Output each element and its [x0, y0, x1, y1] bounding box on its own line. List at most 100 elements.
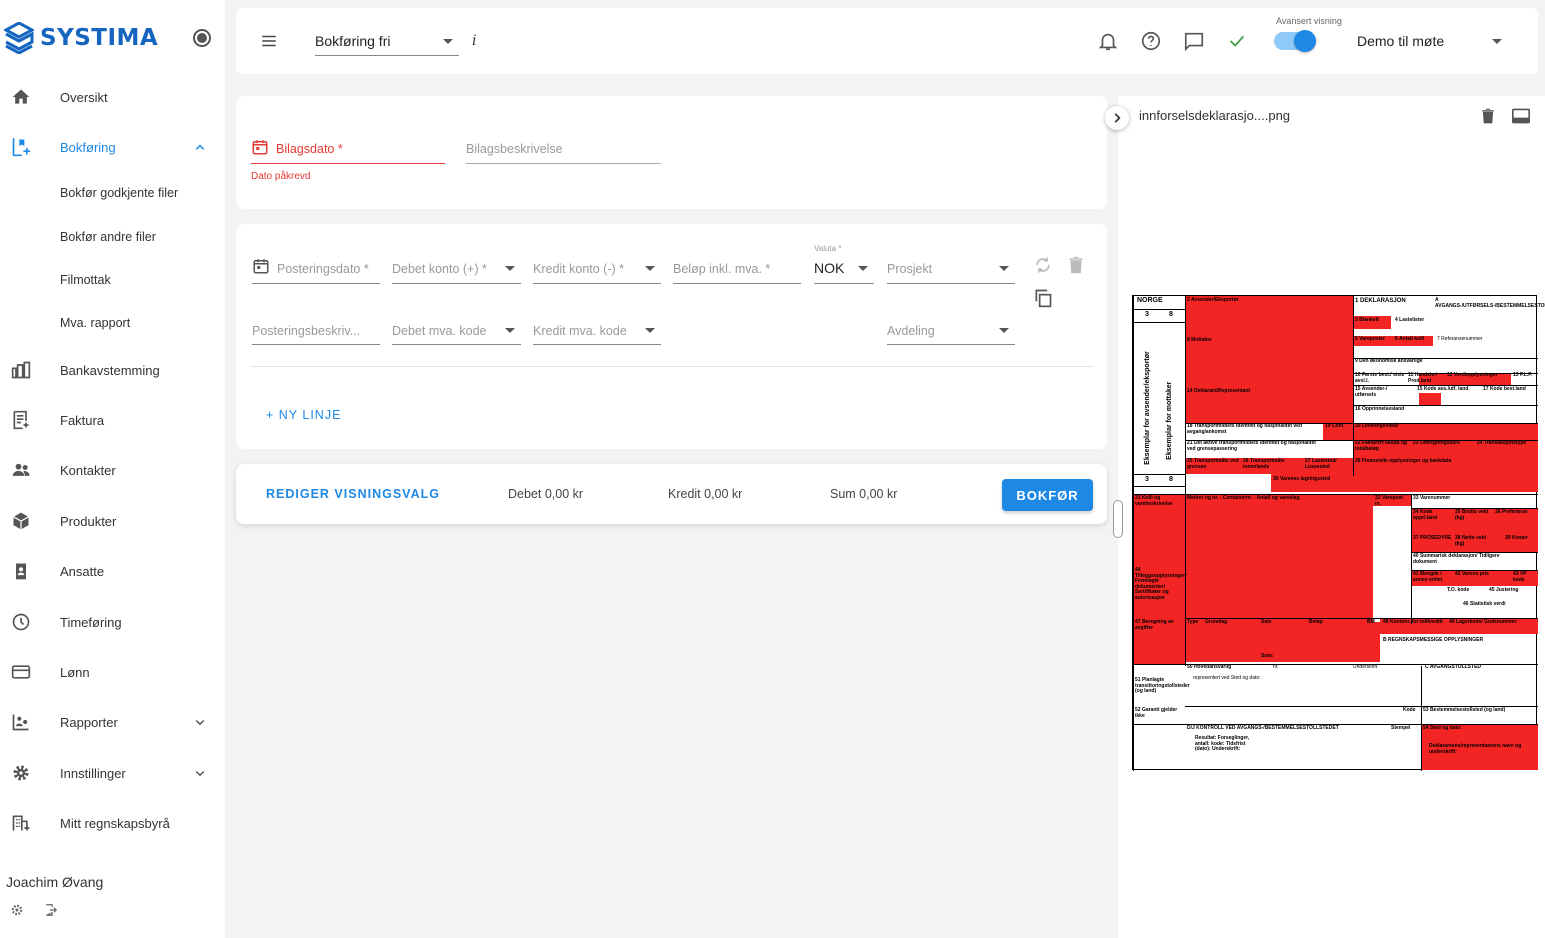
doc-fres: Resultat: Forseglinger, antall: kode: Ti… [1195, 735, 1250, 752]
systima-logo-icon [4, 22, 34, 54]
doc-f28: 28 Finansielle opplysninger og bankdata [1355, 458, 1452, 464]
sidebar-item-label: Faktura [60, 412, 105, 428]
project-select[interactable]: Prosjekt [887, 254, 1015, 284]
sidebar-subitem-filmottak[interactable]: Filmottak [60, 273, 111, 287]
sidebar-item-mitt-regnskapsbyra[interactable]: Mitt regnskapsbyrå [0, 805, 225, 841]
collapse-preview-button[interactable] [1105, 106, 1129, 130]
sidebar-item-oversikt[interactable]: Oversikt [0, 79, 225, 115]
bell-icon[interactable] [1097, 30, 1119, 52]
sidebar-item-rapporter[interactable]: Rapporter [0, 704, 225, 740]
doc-f51: 51 Planlagte transittoringstollsteder (o… [1135, 677, 1190, 694]
box-icon [10, 510, 32, 532]
debit-account-label: Debet konto (+) * [392, 262, 487, 276]
amount-field[interactable]: Beløp inkl. mva. * [673, 254, 801, 284]
new-line-button[interactable]: + NY LINJE [266, 408, 341, 422]
preview-filename: innforselsdeklarasjo....png [1139, 108, 1291, 123]
sidebar-item-label: Innstillinger [60, 765, 126, 781]
company-select[interactable]: Bokføring fri [315, 30, 459, 56]
dropdown-arrow-icon[interactable] [1492, 39, 1502, 44]
doc-f4: 4 Lastelister [1395, 317, 1425, 323]
refresh-icon[interactable] [1033, 255, 1053, 280]
voucher-description-label: Bilagsbeskrivelse [466, 142, 563, 156]
sidebar-item-ansatte[interactable]: Ansatte [0, 553, 225, 589]
sidebar-item-bankavstemming[interactable]: Bankavstemming [0, 352, 225, 388]
currency-select[interactable]: Valuta * NOK [814, 244, 874, 284]
credit-vat-select[interactable]: Kredit mva. kode [533, 317, 661, 345]
edit-view-button[interactable]: REDIGER VISNINGSVALG [266, 487, 440, 501]
sidebar-item-innstillinger[interactable]: Innstillinger [0, 755, 225, 791]
sidebar-item-timeforing[interactable]: Timeføring [0, 604, 225, 640]
voucher-description-field[interactable]: Bilagsbeskrivelse [466, 134, 661, 164]
posting-date-field[interactable]: Posteringsdato * [252, 254, 380, 284]
help-icon[interactable] [1140, 30, 1162, 52]
sidebar-subitem-mva-rapport[interactable]: Mva. rapport [60, 316, 130, 330]
user-settings-icon[interactable] [10, 903, 24, 922]
sidebar-subitem-bokfor-godkjente[interactable]: Bokfør godkjente filer [60, 186, 178, 200]
debit-vat-label: Debet mva. kode [392, 324, 487, 338]
debit-vat-select[interactable]: Debet mva. kode [392, 317, 521, 345]
doc-f47: 47 Beregning av avgifter [1135, 619, 1174, 631]
doc-f1: 1 DEKLARASJON [1355, 298, 1406, 304]
chevron-down-icon [191, 713, 209, 731]
sidebar-item-label: Oversikt [60, 89, 108, 105]
card-icon [10, 661, 32, 683]
advanced-view-toggle[interactable] [1274, 30, 1316, 52]
sidebar-item-produkter[interactable]: Produkter [0, 503, 225, 539]
doc-f10: 10 Første best./ siste avsl.l. [1355, 372, 1405, 384]
doc-f45: 45 Justering [1489, 587, 1519, 593]
department-select[interactable]: Avdeling [887, 317, 1015, 345]
menu-icon[interactable] [260, 32, 278, 55]
doc-f53: 53 Bestemmelsestollsted (og land) [1423, 707, 1506, 713]
submit-button[interactable]: BOKFØR [1002, 479, 1093, 511]
doc-f14: 14 Deklarant/Representant [1187, 388, 1251, 394]
debit-account-select[interactable]: Debet konto (+) * [392, 254, 521, 284]
sidebar-item-faktura[interactable]: Faktura [0, 402, 225, 438]
copy-line-icon[interactable] [1033, 288, 1053, 313]
doc-f21: 21 Det aktive transportmidlets identitet… [1187, 440, 1316, 452]
doc-f22: 22 Fakturert valuta og totalbeløp [1355, 440, 1407, 452]
doc-f38: 38 Netto vekt (kg) [1455, 535, 1487, 547]
logout-icon[interactable] [44, 903, 58, 922]
check-icon[interactable] [1226, 30, 1248, 52]
resize-handle[interactable] [1113, 500, 1123, 538]
delete-file-icon[interactable] [1479, 107, 1497, 130]
posting-description-field[interactable]: Posteringsbeskriv... [252, 317, 380, 345]
divider [251, 366, 1093, 367]
posting-card: Posteringsdato * Debet konto (+) * Kredi… [236, 224, 1107, 449]
department-label: Avdeling [887, 324, 935, 338]
doc-f34: 34 Kode opprl.land [1413, 509, 1438, 521]
sidebar-item-kontakter[interactable]: Kontakter [0, 452, 225, 488]
sidebar-item-label: Lønn [60, 664, 90, 680]
sidebar-item-label: Rapporter [60, 714, 118, 730]
doc-f5: 5 Vareposter [1355, 336, 1386, 342]
layout-toggle-icon[interactable] [1511, 107, 1531, 130]
chevron-down-icon [191, 764, 209, 782]
info-icon[interactable]: i [472, 33, 476, 49]
sidebar-item-bokforing[interactable]: Bokføring [0, 129, 225, 165]
doc-f17: 17 Kode best.land [1483, 386, 1526, 392]
systima-logo[interactable]: SYSTIMA [4, 22, 158, 54]
sidebar-subitem-bokfor-andre[interactable]: Bokfør andre filer [60, 230, 156, 244]
doc-fmerker: Merker og nr. - Containernr. - Antall og… [1187, 495, 1300, 501]
doc-f11: 11 Handels-/ Prod.land [1408, 372, 1438, 384]
posting-date-label: Posteringsdato * [277, 262, 369, 276]
doc-fbelop: Beløp [1309, 619, 1323, 625]
doc-f3: 3 Blankett [1355, 317, 1379, 323]
chat-icon[interactable] [1183, 30, 1205, 52]
voucher-date-label: Bilagsdato * [276, 142, 343, 156]
user-name: Joachim Øvang [6, 874, 104, 890]
book-icon [10, 136, 32, 158]
doc-fa: A AVGANGS-/UTFØRSELS-/BESTEMMELSESTOLLST… [1435, 297, 1545, 309]
company-select-value: Bokføring fri [315, 33, 391, 49]
doc-fc: C AVGANGSTOLLSTED [1425, 664, 1482, 670]
delete-line-icon[interactable] [1066, 255, 1086, 280]
sidebar-item-lonn[interactable]: Lønn [0, 654, 225, 690]
credit-account-select[interactable]: Kredit konto (-) * [533, 254, 661, 284]
credit-vat-label: Kredit mva. kode [533, 324, 627, 338]
pin-sidebar-icon[interactable] [193, 29, 211, 47]
doc-fkode: Kode [1403, 707, 1416, 713]
workspace-select[interactable]: Demo til møte [1357, 33, 1444, 49]
voucher-date-field[interactable]: Bilagsdato * [251, 134, 445, 164]
debit-total: Debet 0,00 kr [508, 487, 584, 501]
dropdown-arrow-icon [999, 266, 1009, 271]
